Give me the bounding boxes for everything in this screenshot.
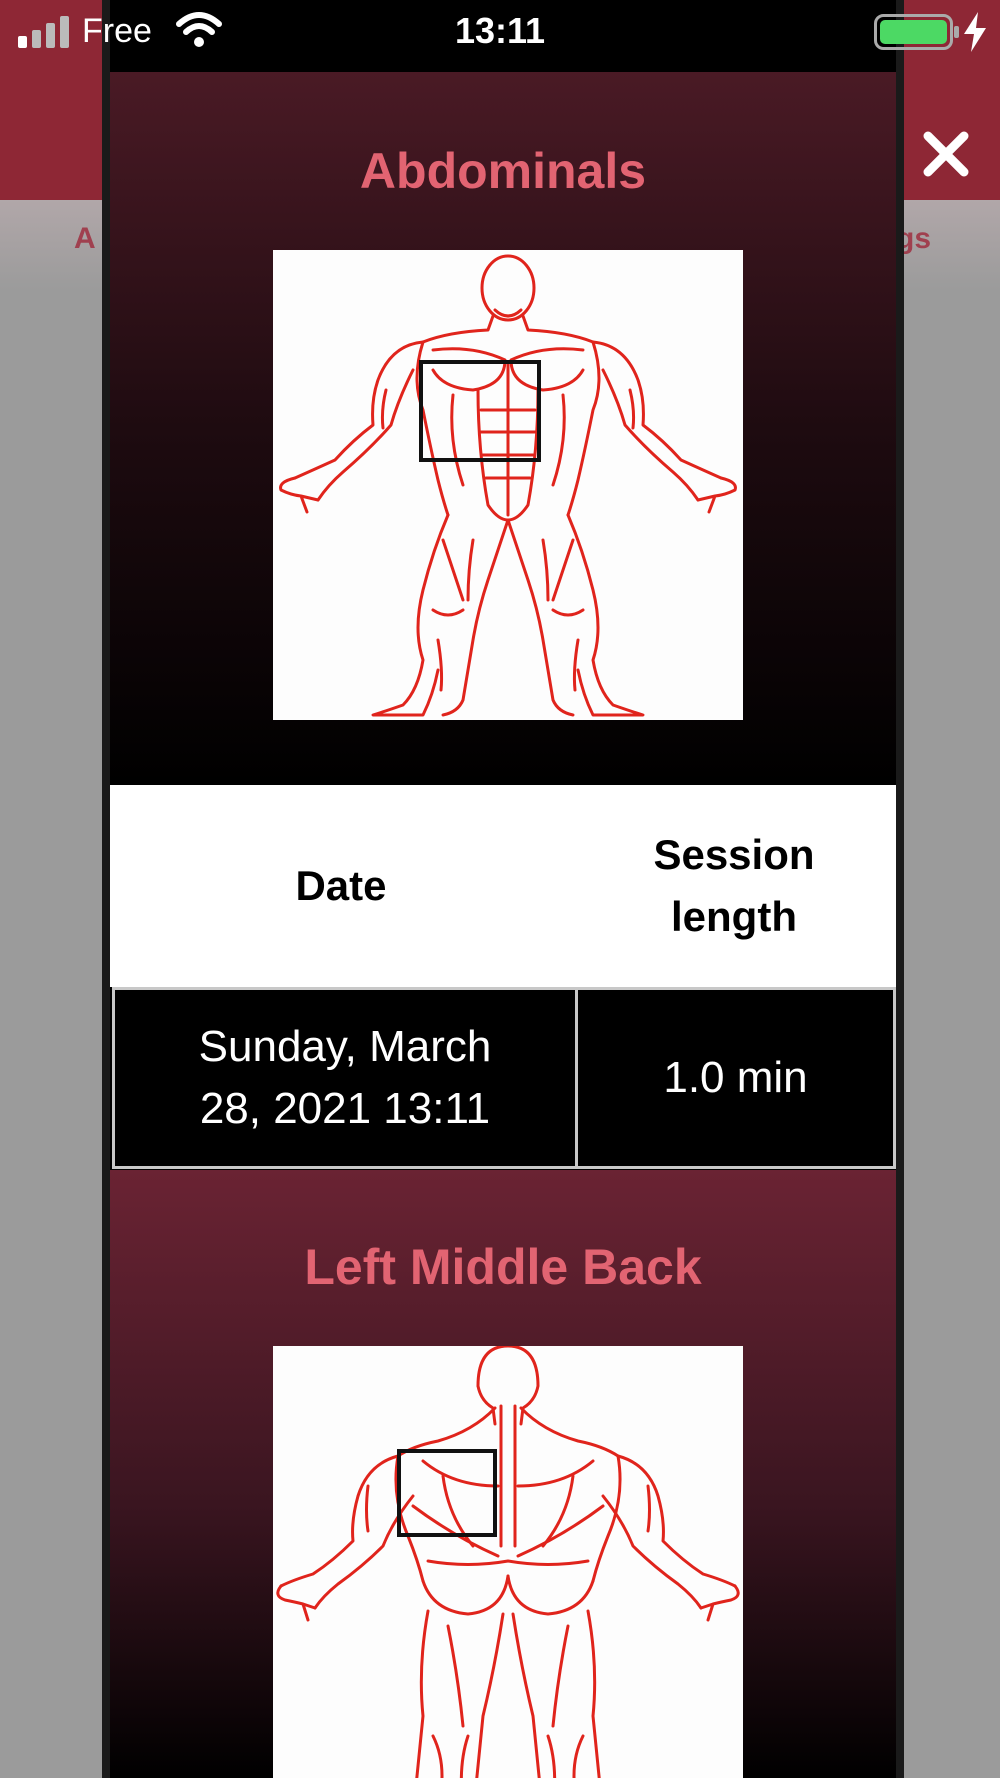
column-header-length-line2: length	[671, 893, 797, 940]
status-time: 13:11	[454, 10, 546, 51]
session-table-header: Date Session length	[110, 785, 896, 987]
cell-date-line2: 28, 2021 13:11	[199, 1084, 491, 1133]
cell-date: Sunday, March 28, 2021 13:11	[115, 990, 578, 1166]
close-icon[interactable]	[918, 126, 974, 182]
battery-icon	[874, 14, 960, 50]
cell-date-line1: Sunday, March	[198, 1022, 492, 1071]
background-tab-label-left: A	[74, 222, 96, 255]
back-body-figure	[273, 1346, 743, 1778]
column-header-date-label: Date	[295, 862, 387, 909]
cell-session-length: 1.0 min	[578, 990, 893, 1166]
table-row: Sunday, March 28, 2021 13:11 1.0 min	[112, 987, 896, 1169]
column-header-length-line1: Session	[653, 831, 815, 878]
muscle-title: Left Middle Back	[304, 1239, 702, 1295]
session-modal: Abdominals Date Session length Sunday, M…	[102, 0, 904, 1778]
muscle-section: Left Middle Back	[110, 1170, 896, 1778]
back-body-svg	[276, 1346, 740, 1778]
muscle-title: Abdominals	[359, 143, 647, 199]
column-header-session-length: Session length	[572, 785, 896, 987]
status-bar: Free 13:11	[0, 0, 1000, 68]
cell-session-length-value: 1.0 min	[663, 1053, 808, 1102]
column-header-date: Date	[110, 785, 572, 987]
charging-icon	[962, 12, 988, 52]
muscle-section: Abdominals	[110, 72, 896, 784]
front-body-svg	[279, 254, 737, 717]
front-body-figure	[273, 250, 743, 720]
